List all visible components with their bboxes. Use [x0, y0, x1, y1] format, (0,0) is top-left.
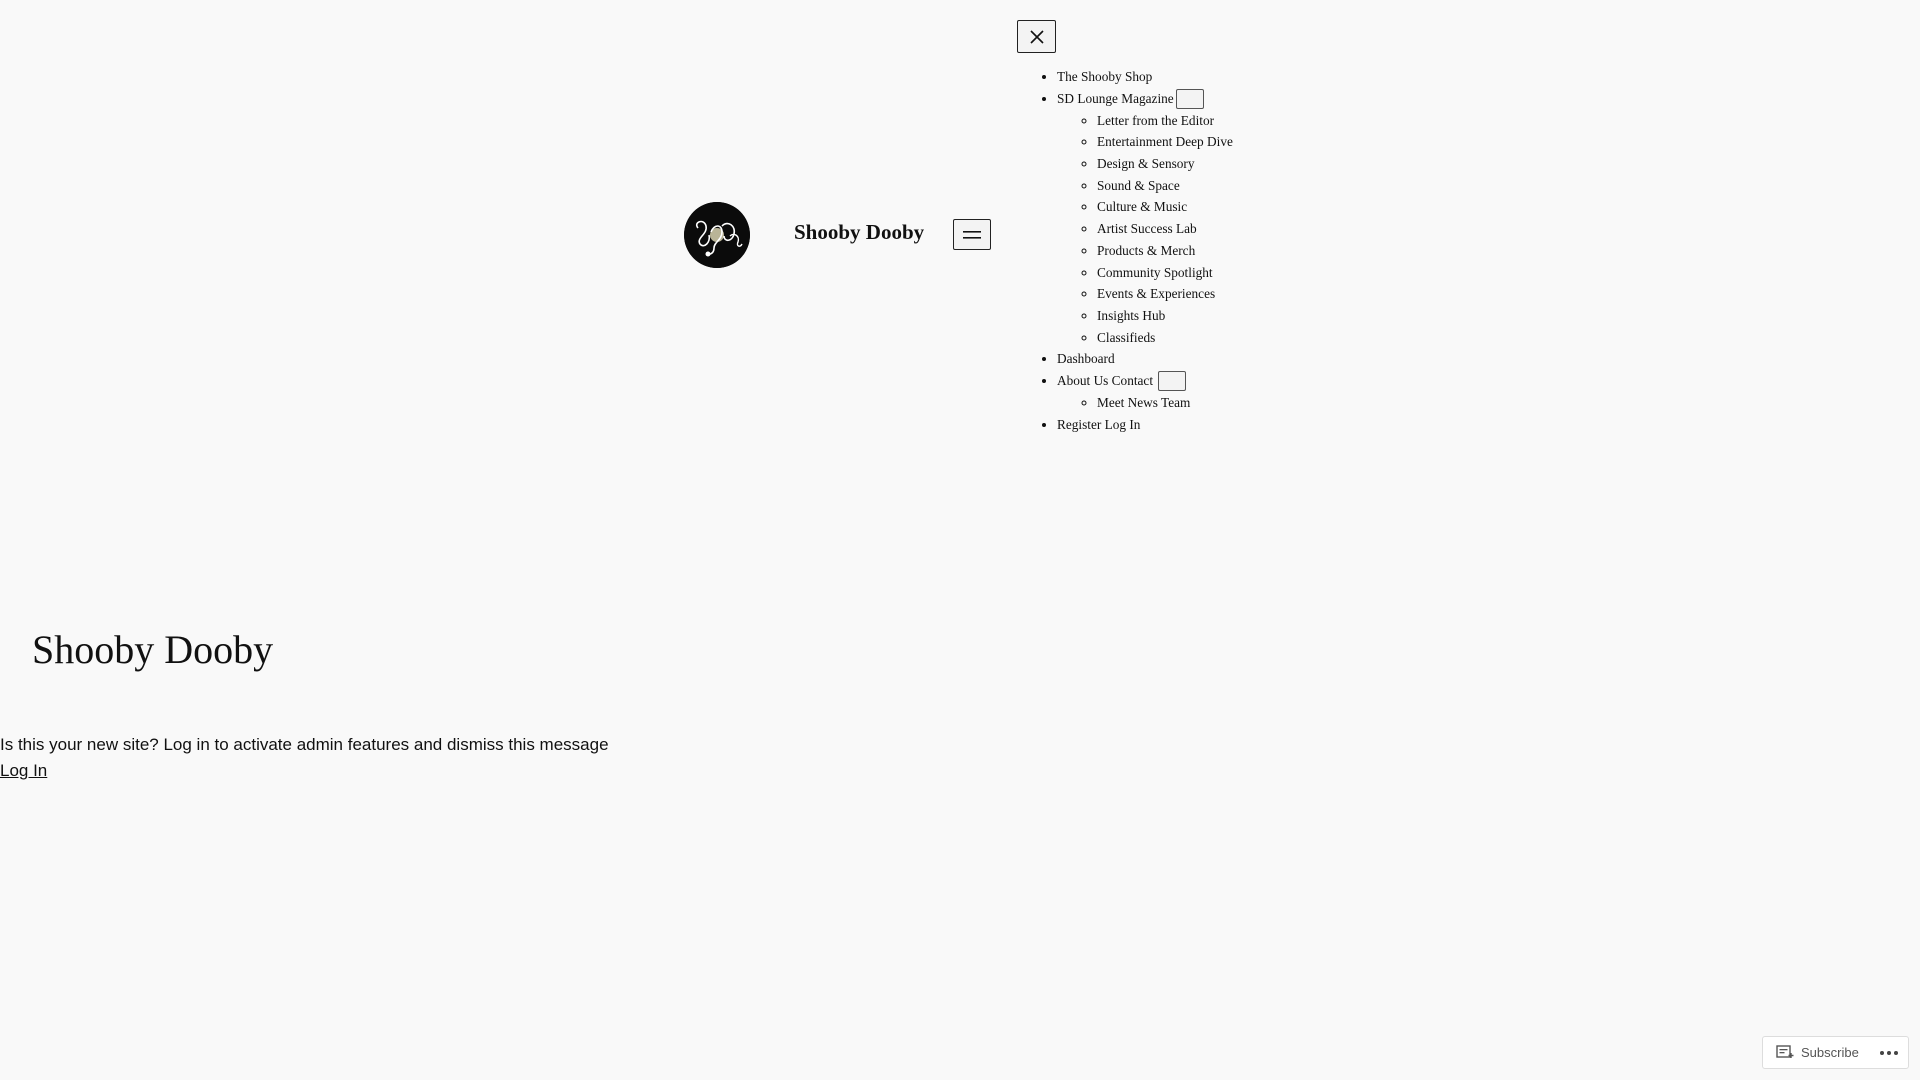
nav-link-letter-from-editor[interactable]: Letter from the Editor [1097, 113, 1214, 128]
more-options-button[interactable] [1880, 1037, 1898, 1068]
subscribe-bar: Subscribe [1762, 1036, 1909, 1069]
nav-link-community-spotlight[interactable]: Community Spotlight [1097, 265, 1213, 280]
nav-link-shooby-shop[interactable]: The Shooby Shop [1057, 69, 1152, 84]
nav-link-contact[interactable]: Contact [1112, 373, 1153, 388]
submenu-item: Meet News Team [1097, 392, 1233, 414]
page-title: Shooby Dooby [32, 627, 274, 672]
submenu-item: Insights Hub [1097, 305, 1233, 327]
reader-subscribe-icon [1776, 1044, 1794, 1058]
nav-item-about-contact: About Us Contact Meet News Team [1057, 370, 1233, 414]
notice-message: Is this your new site? Log in to activat… [0, 735, 609, 754]
nav-link-entertainment-deep-dive[interactable]: Entertainment Deep Dive [1097, 134, 1233, 149]
nav-link-insights-hub[interactable]: Insights Hub [1097, 308, 1165, 323]
nav-link-register[interactable]: Register [1057, 417, 1101, 432]
nav-item-register-login: Register Log In [1057, 414, 1233, 436]
shooby-dooby-logo-icon [684, 202, 750, 268]
submenu-item: Events & Experiences [1097, 283, 1233, 305]
open-menu-button[interactable] [953, 219, 991, 250]
submenu-sd-lounge-magazine: Letter from the Editor Entertainment Dee… [1057, 110, 1233, 349]
submenu-item: Sound & Space [1097, 175, 1233, 197]
site-title[interactable]: Shooby Dooby [794, 220, 924, 245]
nav-link-events-experiences[interactable]: Events & Experiences [1097, 286, 1215, 301]
primary-navigation: The Shooby Shop SD Lounge Magazine Lette… [1057, 66, 1233, 435]
submenu-toggle-about-contact[interactable] [1158, 371, 1187, 392]
subscribe-label: Subscribe [1801, 1045, 1859, 1060]
nav-link-log-in[interactable]: Log In [1105, 417, 1141, 432]
site-logo[interactable] [684, 202, 750, 268]
hamburger-icon [963, 230, 981, 239]
nav-link-products-merch[interactable]: Products & Merch [1097, 243, 1195, 258]
nav-link-meet-news-team[interactable]: Meet News Team [1097, 395, 1190, 410]
nav-link-about-us[interactable]: About Us [1057, 373, 1108, 388]
nav-link-dashboard[interactable]: Dashboard [1057, 351, 1115, 366]
close-icon [1029, 29, 1044, 44]
submenu-item: Artist Success Lab [1097, 218, 1233, 240]
submenu-item: Letter from the Editor [1097, 110, 1233, 132]
submenu-item: Culture & Music [1097, 196, 1233, 218]
nav-link-culture-music[interactable]: Culture & Music [1097, 199, 1187, 214]
submenu-item: Community Spotlight [1097, 262, 1233, 284]
nav-link-sd-lounge-magazine[interactable]: SD Lounge Magazine [1057, 91, 1174, 106]
nav-link-classifieds[interactable]: Classifieds [1097, 330, 1155, 345]
submenu-item: Entertainment Deep Dive [1097, 131, 1233, 153]
submenu-item: Design & Sensory [1097, 153, 1233, 175]
notice-login-link[interactable]: Log In [0, 761, 47, 780]
submenu-item: Products & Merch [1097, 240, 1233, 262]
nav-item-dashboard: Dashboard [1057, 348, 1233, 370]
nav-item-sd-lounge-magazine: SD Lounge Magazine Letter from the Edito… [1057, 88, 1233, 349]
submenu-item: Classifieds [1097, 327, 1233, 349]
close-menu-button[interactable] [1017, 20, 1056, 53]
nav-link-sound-space[interactable]: Sound & Space [1097, 178, 1180, 193]
nav-link-artist-success-lab[interactable]: Artist Success Lab [1097, 221, 1197, 236]
new-site-notice: Is this your new site? Log in to activat… [0, 732, 609, 784]
ellipsis-icon [1880, 1050, 1898, 1055]
nav-item-shooby-shop: The Shooby Shop [1057, 66, 1233, 88]
nav-link-design-sensory[interactable]: Design & Sensory [1097, 156, 1195, 171]
submenu-toggle-sd-lounge-magazine[interactable] [1175, 88, 1204, 109]
subscribe-button[interactable]: Subscribe [1763, 1037, 1859, 1068]
submenu-about-contact: Meet News Team [1057, 392, 1233, 414]
